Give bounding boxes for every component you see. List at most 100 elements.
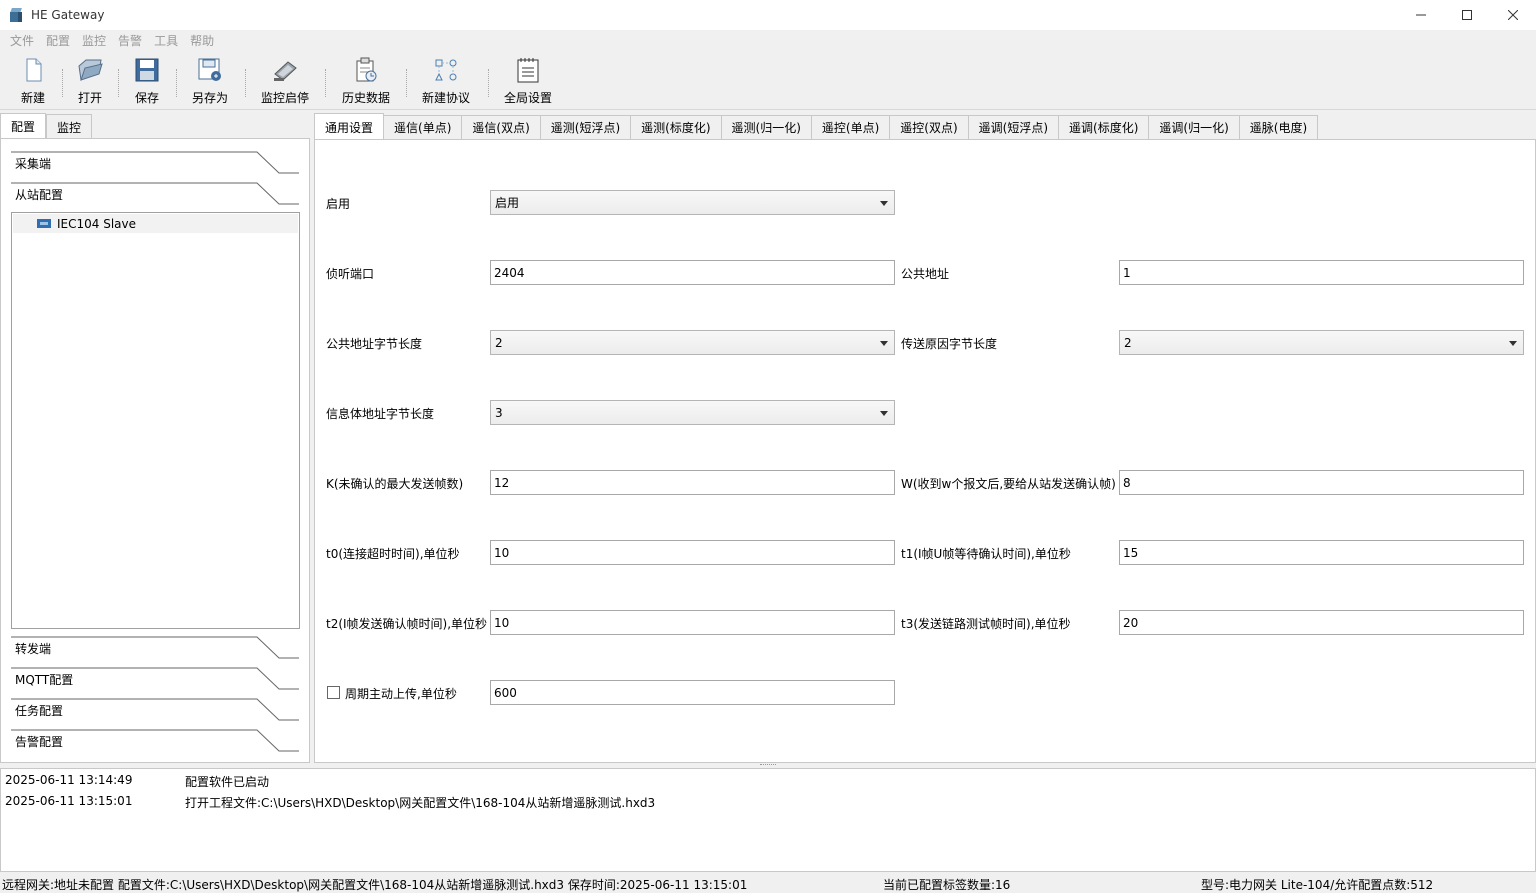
log-panel: 2025-06-11 13:14:49 配置软件已启动 2025-06-11 1… xyxy=(0,768,1536,872)
splitter-grip[interactable] xyxy=(760,764,776,767)
history-data-icon xyxy=(353,57,379,83)
enable-select[interactable]: 启用 xyxy=(490,190,895,215)
cot-len-select[interactable]: 2 xyxy=(1119,330,1524,355)
k-label: K(未确认的最大发送帧数) xyxy=(326,477,464,491)
minimize-button[interactable] xyxy=(1398,0,1444,30)
cot-len-label: 传送原因字节长度 xyxy=(901,337,998,351)
tab-yx-double[interactable]: 遥信(双点) xyxy=(462,115,541,140)
status-tag-count: 当前已配置标签数量:16 xyxy=(883,878,1011,892)
tree-item-iec104-slave[interactable]: IEC104 Slave xyxy=(13,214,298,233)
ioa-len-select[interactable]: 3 xyxy=(490,400,895,425)
tab-yt-float[interactable]: 遥调(短浮点) xyxy=(968,115,1060,140)
new-button[interactable]: 新建 xyxy=(20,57,46,107)
common-addr-len-select[interactable]: 2 xyxy=(490,330,895,355)
t2-input[interactable]: 10 xyxy=(490,610,895,635)
periodic-upload-input[interactable]: 600 xyxy=(490,680,895,705)
close-icon xyxy=(1508,10,1518,20)
save-as-icon xyxy=(197,57,223,83)
common-addr-input[interactable]: 1 xyxy=(1119,260,1524,285)
menu-monitor[interactable]: 监控 xyxy=(76,32,112,49)
menu-file[interactable]: 文件 xyxy=(4,32,40,49)
slave-tree: IEC104 Slave xyxy=(11,212,300,629)
t3-label: t3(发送链路测试帧时间),单位秒 xyxy=(901,617,1071,631)
title-bar: HE Gateway xyxy=(0,0,1536,30)
t2-label: t2(I帧发送确认帧时间),单位秒 xyxy=(326,617,488,631)
tab-ym-energy[interactable]: 遥脉(电度) xyxy=(1239,115,1319,140)
section-mqtt-config[interactable]: MQTT配置 xyxy=(11,667,299,693)
new-protocol-button[interactable]: 新建协议 xyxy=(422,57,470,107)
chevron-down-icon xyxy=(1509,341,1517,346)
periodic-upload-label: 周期主动上传,单位秒 xyxy=(345,687,457,701)
t1-label: t1(I帧U帧等待确认时间),单位秒 xyxy=(901,547,1071,561)
tab-yk-single[interactable]: 遥控(单点) xyxy=(811,115,891,140)
tab-yk-double[interactable]: 遥控(双点) xyxy=(890,115,969,140)
tab-yc-normalized[interactable]: 遥测(归一化) xyxy=(721,115,812,140)
tab-yx-single[interactable]: 遥信(单点) xyxy=(384,115,463,140)
status-model: 型号:电力网关 Lite-104/允许配置点数:512 xyxy=(1201,878,1434,892)
maximize-icon xyxy=(1462,10,1472,20)
tab-config[interactable]: 配置 xyxy=(0,113,47,139)
section-collector[interactable]: 采集端 xyxy=(11,151,299,177)
w-label: W(收到w个报文后,要给从站发送确认帧) xyxy=(901,477,1116,491)
open-folder-icon xyxy=(77,57,103,83)
w-input[interactable]: 8 xyxy=(1119,470,1524,495)
menu-bar: 文件 配置 监控 告警 工具 帮助 xyxy=(0,30,1536,51)
save-button[interactable]: 保存 xyxy=(134,57,160,107)
global-settings-button[interactable]: 全局设置 xyxy=(504,57,552,107)
periodic-upload-checkbox[interactable] xyxy=(327,686,340,699)
status-bar: 远程网关:地址未配置 配置文件:C:\Users\HXD\Desktop\网关配… xyxy=(0,872,1536,893)
general-settings-panel: 启用 启用 侦听端口 2404 公共地址 1 公共地址字节长度 2 传送原因字节… xyxy=(314,139,1536,763)
ioa-len-label: 信息体地址字节长度 xyxy=(326,407,435,421)
t0-input[interactable]: 10 xyxy=(490,540,895,565)
chevron-down-icon xyxy=(880,341,888,346)
window-controls xyxy=(1398,0,1536,30)
listen-port-input[interactable]: 2404 xyxy=(490,260,895,285)
tab-yc-float[interactable]: 遥测(短浮点) xyxy=(540,115,632,140)
menu-help[interactable]: 帮助 xyxy=(184,32,220,49)
open-button[interactable]: 打开 xyxy=(77,57,103,107)
menu-tools[interactable]: 工具 xyxy=(148,32,184,49)
section-alarm-config[interactable]: 告警配置 xyxy=(11,729,299,755)
k-input[interactable]: 12 xyxy=(490,470,895,495)
history-data-button[interactable]: 历史数据 xyxy=(342,57,390,107)
log-row: 2025-06-11 13:15:01 打开工程文件:C:\Users\HXD\… xyxy=(5,794,656,810)
log-row: 2025-06-11 13:14:49 配置软件已启动 xyxy=(5,773,270,789)
section-task-config[interactable]: 任务配置 xyxy=(11,698,299,724)
chevron-down-icon xyxy=(880,201,888,206)
save-disk-icon xyxy=(134,57,160,83)
menu-alarm[interactable]: 告警 xyxy=(112,32,148,49)
new-file-icon xyxy=(20,57,46,83)
common-addr-label: 公共地址 xyxy=(901,267,950,281)
t3-input[interactable]: 20 xyxy=(1119,610,1524,635)
right-tab-bar: 通用设置 遥信(单点) 遥信(双点) 遥测(短浮点) 遥测(标度化) 遥测(归一… xyxy=(314,113,1319,140)
tab-general-settings[interactable]: 通用设置 xyxy=(314,113,385,140)
menu-config[interactable]: 配置 xyxy=(40,32,76,49)
tab-monitor[interactable]: 监控 xyxy=(46,114,93,139)
listen-port-label: 侦听端口 xyxy=(326,267,375,281)
tab-yc-scaled[interactable]: 遥测(标度化) xyxy=(631,115,722,140)
tab-yt-normalized[interactable]: 遥调(归一化) xyxy=(1149,115,1240,140)
new-protocol-icon xyxy=(433,57,459,83)
window-title: HE Gateway xyxy=(31,8,105,22)
left-tab-bar: 配置 监控 xyxy=(0,113,93,139)
save-as-button[interactable]: 另存为 xyxy=(192,57,228,107)
chevron-down-icon xyxy=(880,411,888,416)
global-settings-icon xyxy=(515,57,541,83)
maximize-button[interactable] xyxy=(1444,0,1490,30)
toolbar: 新建 打开 保存 另存为 监控启停 历史数据 新建协议 全局设置 xyxy=(0,51,1536,110)
close-button[interactable] xyxy=(1490,0,1536,30)
tab-yt-scaled[interactable]: 遥调(标度化) xyxy=(1059,115,1150,140)
minimize-icon xyxy=(1416,14,1426,16)
app-cube-icon xyxy=(9,8,23,22)
monitor-toggle-icon xyxy=(272,57,298,83)
section-forwarder[interactable]: 转发端 xyxy=(11,636,299,662)
left-panel: 采集端 从站配置 IEC104 Slave 转发端 MQTT配置 任务配置 告警… xyxy=(0,138,310,763)
enable-label: 启用 xyxy=(326,197,351,211)
t1-input[interactable]: 15 xyxy=(1119,540,1524,565)
status-config-info: 远程网关:地址未配置 配置文件:C:\Users\HXD\Desktop\网关配… xyxy=(2,878,748,892)
t0-label: t0(连接超时时间),单位秒 xyxy=(326,547,460,561)
monitor-toggle-button[interactable]: 监控启停 xyxy=(261,57,309,107)
section-slave-config[interactable]: 从站配置 xyxy=(11,182,299,208)
iec-module-icon xyxy=(37,219,51,228)
common-addr-len-label: 公共地址字节长度 xyxy=(326,337,423,351)
